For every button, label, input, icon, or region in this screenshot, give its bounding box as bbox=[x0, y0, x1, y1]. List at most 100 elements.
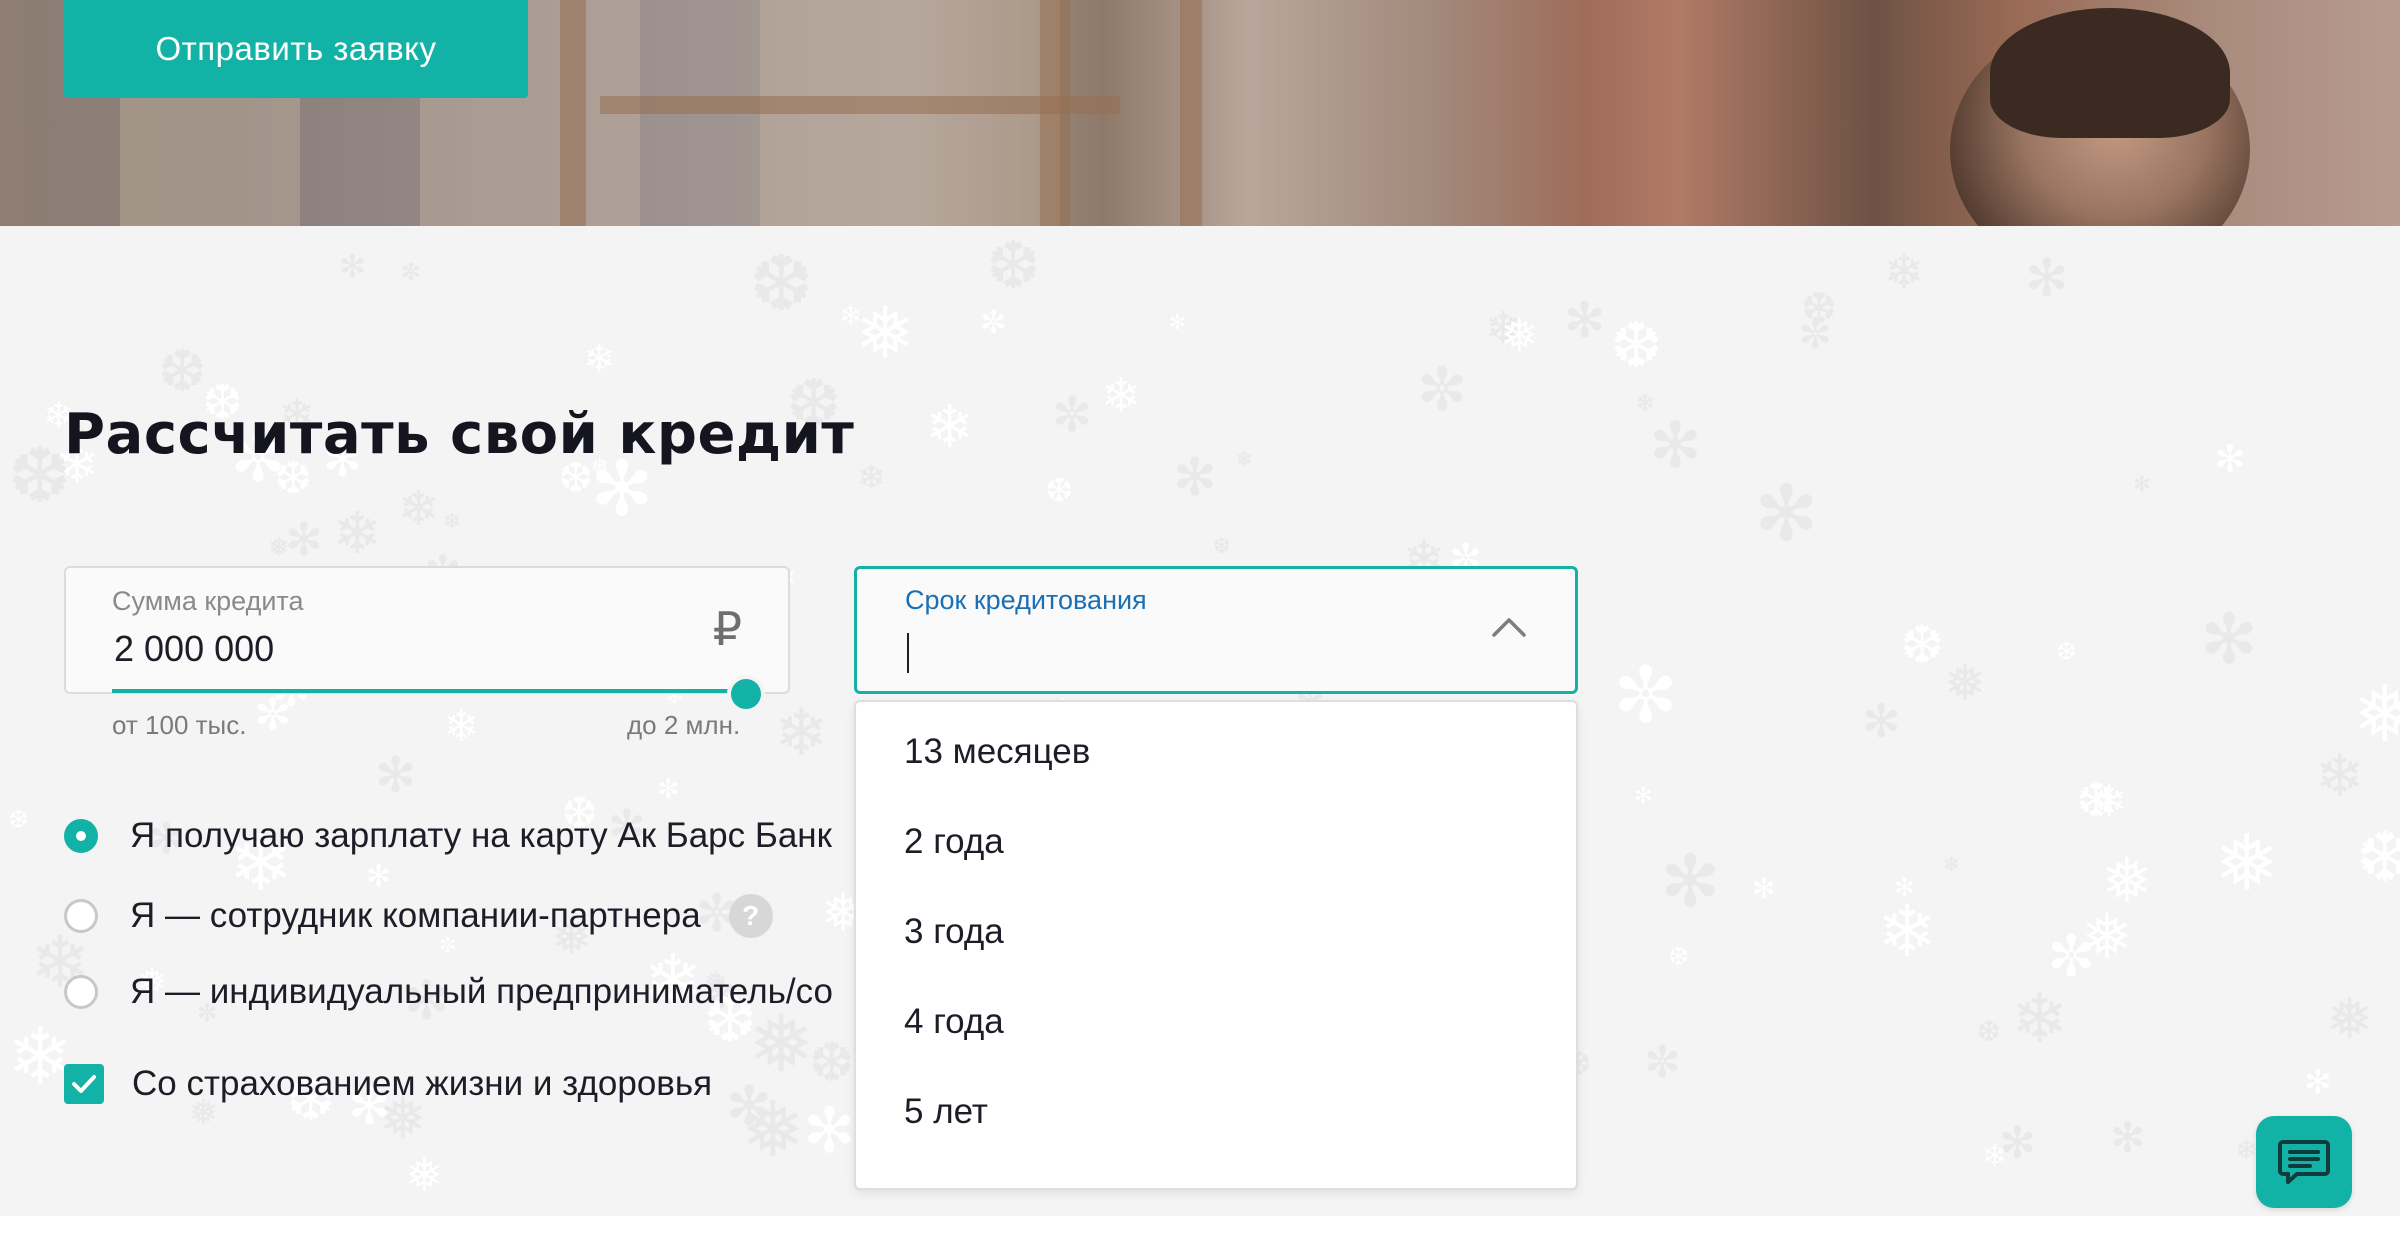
income-option-partner-label: Я — сотрудник компании-партнера bbox=[130, 896, 701, 935]
snowflake-icon: ❅ bbox=[748, 999, 815, 1088]
snowflake-icon: ❆ bbox=[1045, 472, 1074, 510]
income-option-entrepreneur-label: Я — индивидуальный предприниматель/со bbox=[130, 972, 833, 1011]
snowflake-icon: ✻ bbox=[1754, 471, 1819, 557]
income-option-salary-label: Я получаю зарплату на карту Ак Барс Банк bbox=[130, 816, 832, 855]
credit-amount-field[interactable]: Сумма кредита ₽ bbox=[64, 566, 790, 694]
snowflake-icon: ❆ bbox=[749, 241, 814, 327]
snowflake-icon: ❆ bbox=[2056, 638, 2077, 666]
snowflake-icon: ✻ bbox=[1752, 873, 1776, 904]
snowflake-icon: ❆ bbox=[1668, 943, 1689, 971]
submit-application-button[interactable]: Отправить заявку bbox=[64, 0, 528, 98]
snowflake-icon: ✼ bbox=[1799, 314, 1832, 357]
radio-salary-card[interactable] bbox=[64, 819, 98, 853]
credit-amount-input[interactable] bbox=[114, 628, 614, 670]
hero-banner: Отправить заявку bbox=[0, 0, 2400, 226]
snowflake-icon: ❆ bbox=[986, 229, 1041, 302]
snowflake-icon: ❄ bbox=[2011, 981, 2068, 1057]
term-option-13-months[interactable]: 13 месяцев bbox=[904, 732, 1090, 772]
snowflake-icon: ❆ bbox=[809, 1033, 855, 1093]
snowflake-icon: ❆ bbox=[8, 434, 72, 519]
snowflake-icon: ❅ bbox=[1944, 655, 1986, 711]
snowflake-icon: ❄ bbox=[1982, 1140, 2008, 1173]
snowflake-icon: ✻ bbox=[2133, 473, 2151, 496]
credit-amount-slider-track[interactable] bbox=[112, 689, 746, 693]
chat-bubble-icon bbox=[2278, 1140, 2330, 1184]
snowflake-icon: ❆ bbox=[158, 339, 207, 404]
snowflake-icon: ✻ bbox=[2304, 1063, 2332, 1100]
insurance-checkbox[interactable] bbox=[64, 1064, 104, 1104]
chat-button[interactable] bbox=[2256, 1116, 2352, 1208]
snowflake-icon: ❅ bbox=[1500, 309, 1539, 361]
snowflake-icon: ❅ bbox=[2352, 670, 2400, 758]
snowflake-icon: ✻ bbox=[1894, 874, 1915, 902]
check-icon bbox=[72, 1075, 96, 1093]
snowflake-icon: ❆ bbox=[8, 806, 29, 834]
snowflake-icon: ❆ bbox=[2356, 819, 2400, 896]
snowflake-icon: ❆ bbox=[1610, 311, 1663, 381]
income-option-entrepreneur[interactable]: Я — индивидуальный предприниматель/со bbox=[64, 972, 833, 1012]
snowflake-icon: ✻ bbox=[1649, 411, 1702, 481]
insurance-option[interactable]: Со страхованием жизни и здоровья bbox=[64, 1064, 712, 1104]
snowflake-icon: ❄ bbox=[1635, 390, 1656, 417]
snowflake-icon: ❄ bbox=[839, 300, 863, 331]
snowflake-icon: ✻ bbox=[2200, 601, 2258, 678]
term-option-5-years[interactable]: 5 лет bbox=[904, 1092, 988, 1132]
snowflake-icon: ✼ bbox=[980, 304, 1007, 340]
snowflake-icon: ✻ bbox=[375, 749, 417, 803]
snowflake-icon: ❄ bbox=[443, 510, 461, 533]
snowflake-icon: ✼ bbox=[401, 259, 422, 286]
hero-person-hair bbox=[1990, 8, 2230, 138]
snowflake-icon: ❅ bbox=[855, 294, 916, 374]
snowflake-icon: ❄ bbox=[774, 696, 829, 769]
snowflake-icon: ❆ bbox=[2076, 775, 2117, 828]
snowflake-icon: ✻ bbox=[1660, 842, 1721, 922]
snowflake-icon: ✻ bbox=[339, 248, 366, 284]
snowflake-icon: ✻ bbox=[803, 1096, 856, 1166]
radio-entrepreneur[interactable] bbox=[64, 975, 98, 1009]
snowflake-icon: ✻ bbox=[2025, 250, 2069, 308]
calculator-title: Рассчитать свой кредит bbox=[64, 402, 855, 467]
snowflake-icon: ❄ bbox=[333, 501, 382, 566]
term-option-2-years[interactable]: 2 года bbox=[904, 822, 1004, 862]
snowflake-icon: ✻ bbox=[1564, 294, 1606, 348]
snowflake-icon: ❆ bbox=[1213, 535, 1231, 558]
snowflake-icon: ❆ bbox=[1977, 1016, 2001, 1047]
credit-amount-label: Сумма кредита bbox=[112, 586, 304, 616]
question-mark-icon[interactable]: ? bbox=[728, 894, 773, 938]
snowflake-icon: ✻ bbox=[1862, 695, 1901, 747]
snowflake-icon: ✼ bbox=[439, 934, 457, 957]
term-option-4-years[interactable]: 4 года bbox=[904, 1002, 1004, 1042]
snowflake-icon: ❄ bbox=[1236, 449, 1253, 471]
snowflake-icon: ❄ bbox=[1877, 892, 1938, 972]
snowflake-icon: ❄ bbox=[857, 459, 886, 497]
snowflake-icon: ✻ bbox=[366, 860, 392, 893]
snowflake-icon: ❄ bbox=[583, 338, 616, 381]
snowflake-icon: ✼ bbox=[1052, 389, 1093, 442]
credit-calculator-section: ❆❄✻✻❄✼❅❆❅❆✻❄❅❆❄✼❄✻❅❆✻✻✼❆❄❅❄❆✻❅❄❆❆✼❆❆❄✻✻✻… bbox=[0, 226, 2400, 1216]
income-option-salary[interactable]: Я получаю зарплату на карту Ак Барс Банк bbox=[64, 816, 832, 856]
ruble-icon: ₽ bbox=[712, 603, 742, 655]
radio-partner-employee[interactable] bbox=[64, 899, 98, 933]
snowflake-icon: ❅ bbox=[2081, 903, 2133, 972]
chevron-up-icon[interactable] bbox=[1491, 613, 1527, 639]
snowflake-icon: ❄ bbox=[925, 394, 975, 460]
amount-range-max: до 2 млн. bbox=[627, 710, 741, 740]
snowflake-icon: ✻ bbox=[657, 774, 680, 804]
snowflake-icon: ✼ bbox=[1613, 651, 1679, 739]
credit-term-select[interactable]: Срок кредитования bbox=[854, 566, 1578, 694]
credit-amount-slider-handle[interactable] bbox=[727, 675, 765, 713]
income-option-partner[interactable]: Я — сотрудник компании-партнера ? bbox=[64, 894, 773, 938]
snowflake-icon: ❄ bbox=[443, 702, 480, 751]
snowflake-icon: ❅ bbox=[2214, 819, 2280, 907]
text-cursor bbox=[907, 633, 909, 673]
snowflake-icon: ❄ bbox=[1884, 246, 1925, 299]
snowflake-icon: ❅ bbox=[741, 1088, 805, 1173]
snowflake-icon: ✻ bbox=[1173, 449, 1217, 507]
snowflake-icon: ❄ bbox=[1943, 854, 1960, 876]
amount-range-min: от 100 тыс. bbox=[112, 710, 247, 740]
snowflake-icon: ✻ bbox=[1169, 312, 1186, 334]
term-option-3-years[interactable]: 3 года bbox=[904, 912, 1004, 952]
snowflake-icon: ❄ bbox=[398, 482, 440, 536]
credit-term-label: Срок кредитования bbox=[905, 585, 1147, 615]
snowflake-icon: ❄ bbox=[1101, 370, 1142, 423]
